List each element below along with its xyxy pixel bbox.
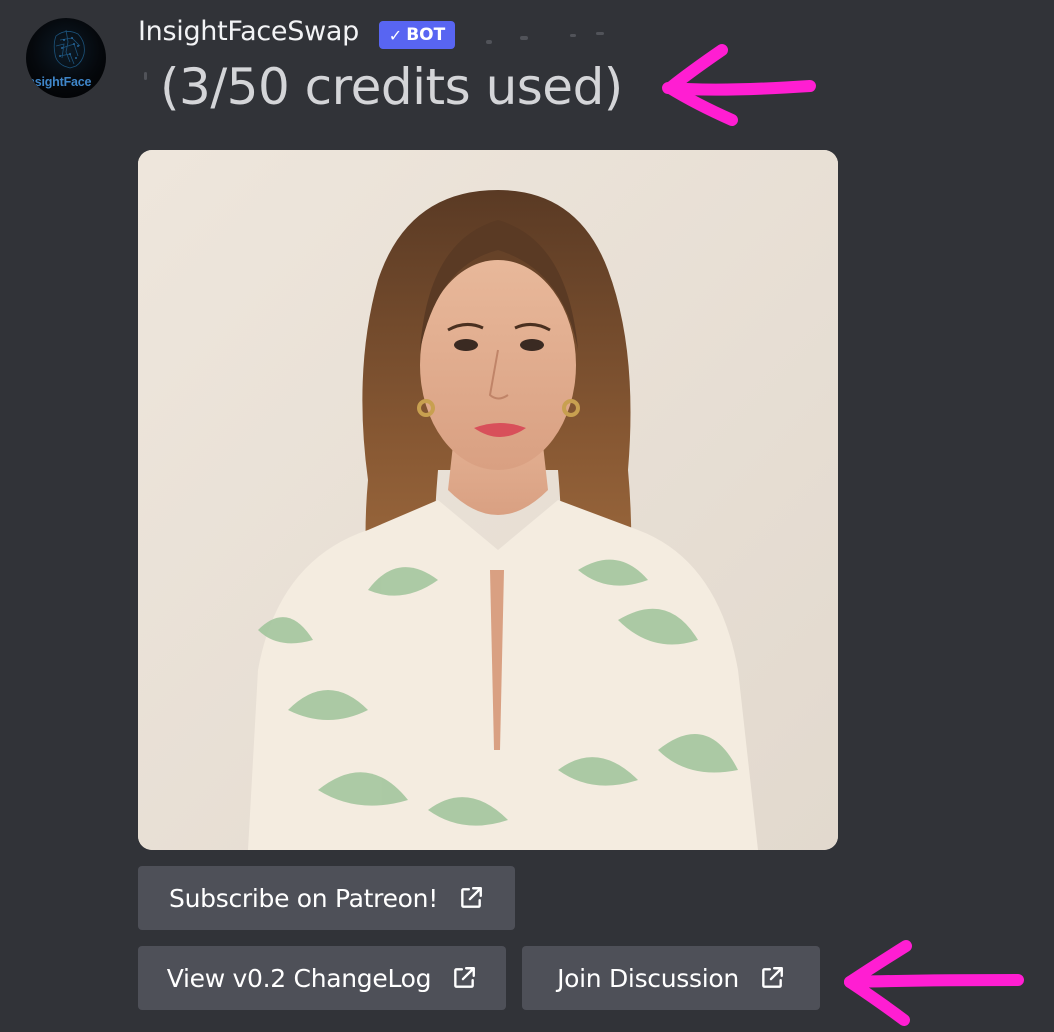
portrait-image[interactable] — [138, 150, 838, 850]
portrait-photo-icon — [138, 150, 838, 850]
join-discussion-label: Join Discussion — [557, 963, 739, 993]
blurred-text-fragment — [144, 72, 147, 80]
view-changelog-label: View v0.2 ChangeLog — [166, 963, 432, 993]
bot-tag-label: BOT — [406, 25, 446, 45]
annotation-arrow-icon — [662, 44, 816, 126]
view-changelog-button[interactable]: View v0.2 ChangeLog — [138, 946, 506, 1010]
author-name[interactable]: InsightFaceSwap — [138, 16, 359, 47]
external-link-icon — [461, 887, 482, 908]
avatar-label: InsightFace — [26, 75, 92, 89]
blurred-text-fragment — [596, 32, 604, 35]
subscribe-patreon-button[interactable]: Subscribe on Patreon! — [138, 866, 515, 930]
blurred-text-fragment — [520, 36, 528, 40]
blurred-text-fragment — [486, 40, 492, 44]
external-link-icon — [454, 967, 476, 988]
blurred-text-fragment — [570, 34, 576, 37]
bot-tag: ✓ BOT — [379, 21, 455, 49]
credits-usage-text: (3/50 credits used) — [160, 58, 623, 116]
external-link-icon — [762, 967, 783, 988]
bot-avatar[interactable]: InsightFace — [26, 18, 106, 98]
verified-check-icon: ✓ — [388, 25, 403, 45]
join-discussion-button[interactable]: Join Discussion — [522, 946, 820, 1010]
annotation-arrow-icon — [844, 940, 1024, 1026]
subscribe-patreon-label: Subscribe on Patreon! — [169, 883, 438, 913]
